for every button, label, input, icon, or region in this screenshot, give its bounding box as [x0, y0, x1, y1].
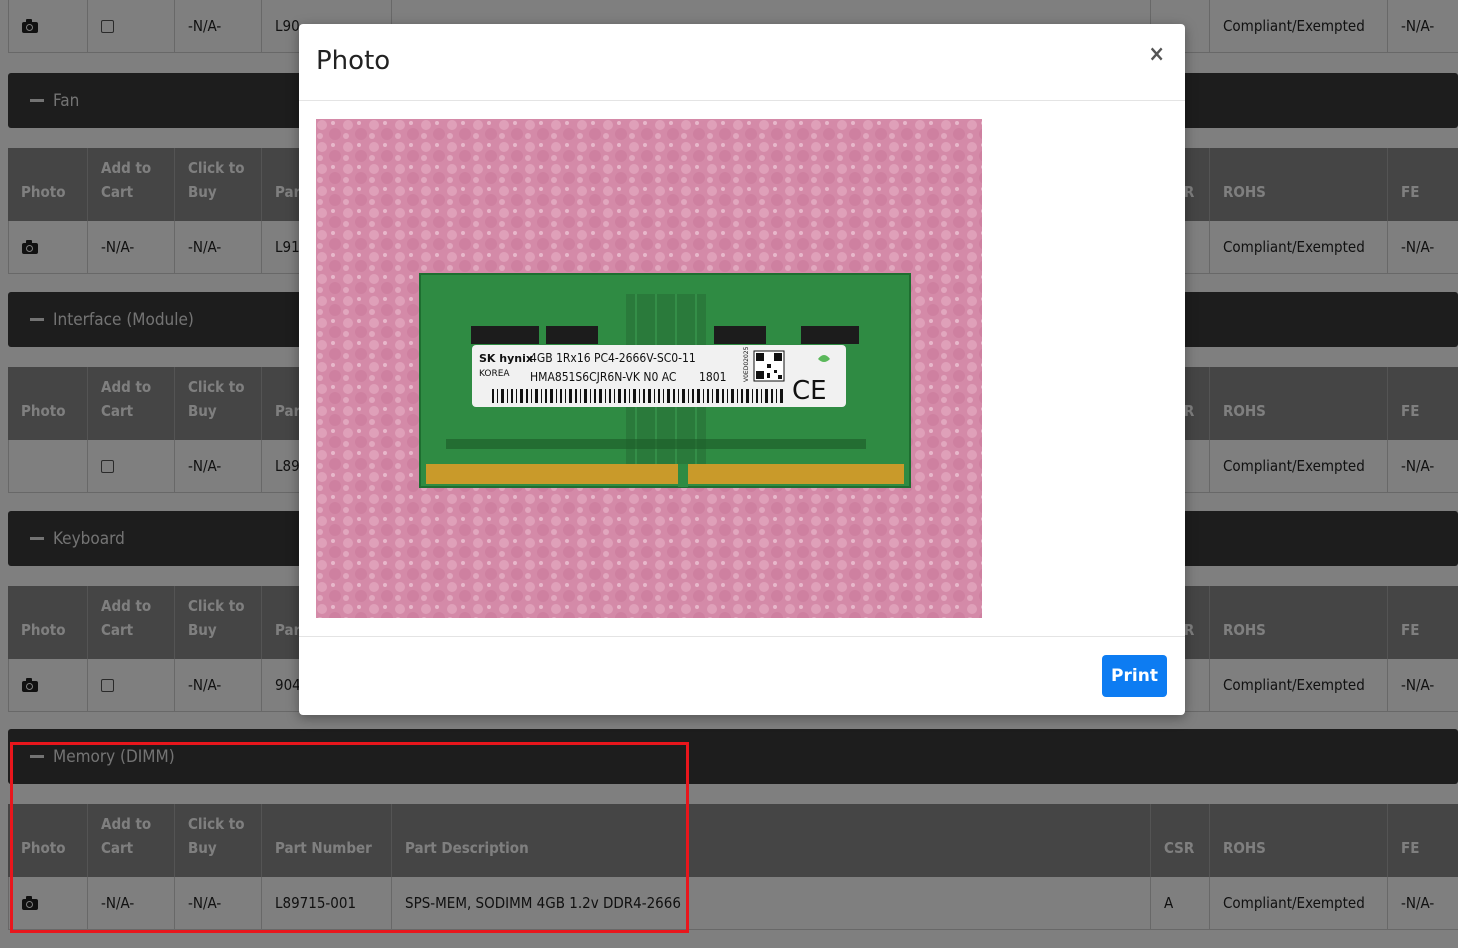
label-brand: SK hynix [479, 352, 533, 365]
modal-footer: Print [299, 636, 1185, 716]
print-button[interactable]: Print [1102, 655, 1167, 697]
product-photo: SK hynix KOREA 4GB 1Rx16 PC4-2666V-SC0-1… [316, 119, 982, 618]
dimm-module: SK hynix KOREA 4GB 1Rx16 PC4-2666V-SC0-1… [419, 273, 911, 488]
label-origin: KOREA [479, 369, 510, 379]
label-qr-text: V0ED02025 [743, 346, 750, 382]
label-line2: HMA851S6CJR6N-VK N0 AC [530, 370, 676, 384]
page: -N/A- L90 Compliant/Exempted -N/A- Fan P… [0, 0, 1458, 948]
modal-header: Photo × [299, 24, 1185, 101]
label-date: 1801 [699, 370, 726, 384]
photo-modal: Photo × SK hynix KOREA 4GB 1Rx16 PC4-266… [299, 24, 1185, 715]
close-button[interactable]: × [1148, 42, 1165, 67]
label-line1: 4GB 1Rx16 PC4-2666V-SC0-11 [530, 351, 696, 365]
modal-title: Photo [316, 46, 391, 76]
qr-code-icon [753, 350, 785, 382]
ce-mark: CE [792, 376, 827, 406]
